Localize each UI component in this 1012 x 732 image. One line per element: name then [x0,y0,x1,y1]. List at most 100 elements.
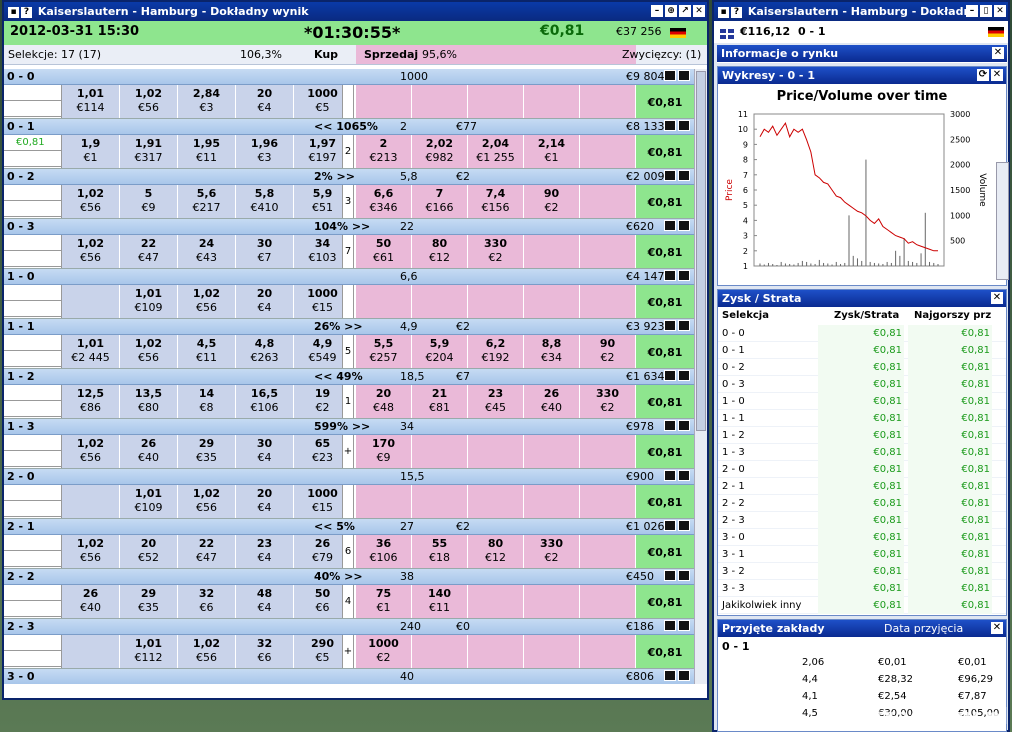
ladder-icon[interactable] [678,670,690,681]
back-price-cell[interactable]: 5 €9 [120,185,178,218]
lay-price-cell[interactable] [524,85,580,118]
back-price-cell[interactable]: 29 €35 [120,585,178,618]
market-row-header[interactable]: 3 - 0 40 €806 [4,669,694,684]
market-row-header[interactable]: 2 - 0 15,5 €900 [4,469,694,485]
lay-price-cell[interactable] [580,185,636,218]
chart-icon[interactable] [664,670,676,681]
stake-box[interactable] [4,235,62,268]
lay-price-cell[interactable] [580,435,636,468]
minimize-icon[interactable]: – [966,5,978,17]
back-price-cell[interactable]: 1,01 €109 [120,285,178,318]
ladder-icon[interactable] [678,420,690,431]
back-price-cell[interactable]: 1,02 €56 [62,535,120,568]
back-price-cell[interactable]: 14 €8 [178,385,236,418]
back-price-cell[interactable] [62,285,120,318]
back-price-cell[interactable]: 1,96 €3 [236,135,294,168]
ladder-icon[interactable] [678,270,690,281]
lay-price-cell[interactable] [580,535,636,568]
market-row-header[interactable]: 0 - 3 104% >> 22 €620 [4,219,694,235]
lay-price-cell[interactable] [412,435,468,468]
back-price-cell[interactable]: 12,5 €86 [62,385,120,418]
ladder-icon[interactable] [678,120,690,131]
chart-icon[interactable] [664,370,676,381]
minimize-icon[interactable]: – [651,5,663,17]
lay-price-cell[interactable]: 2 €213 [356,135,412,168]
lay-price-cell[interactable] [524,285,580,318]
ladder-icon[interactable] [678,620,690,631]
lay-price-cell[interactable]: 2,14 €1 [524,135,580,168]
lay-price-cell[interactable] [468,285,524,318]
chart-icon[interactable] [664,120,676,131]
back-price-cell[interactable]: 1,91 €317 [120,135,178,168]
lay-price-cell[interactable] [412,85,468,118]
lay-price-cell[interactable] [356,285,412,318]
stake-box[interactable] [4,585,62,618]
back-price-cell[interactable]: 32 €6 [178,585,236,618]
market-row-header[interactable]: 0 - 1 << 1065% 2 €77 €8 133 [4,119,694,135]
lay-price-cell[interactable] [468,435,524,468]
back-price-cell[interactable]: 16,5 €106 [236,385,294,418]
back-price-cell[interactable]: 2,84 €3 [178,85,236,118]
back-price-cell[interactable]: 1,02 €56 [120,335,178,368]
back-price-cell[interactable]: 32 €6 [236,635,294,668]
lay-price-cell[interactable] [412,635,468,668]
back-price-cell[interactable]: 1,01 €112 [120,635,178,668]
lay-price-cell[interactable]: 20 €48 [356,385,412,418]
lay-price-cell[interactable] [524,435,580,468]
pin-icon[interactable]: ▪ [8,7,19,18]
chart-icon[interactable] [664,420,676,431]
back-price-cell[interactable]: 1,02 €56 [120,85,178,118]
stake-input[interactable] [4,451,61,467]
zysk-panel-header[interactable]: Zysk / Strata ✕ [718,290,1006,307]
back-price-cell[interactable] [62,485,120,518]
back-price-cell[interactable]: 20 €4 [236,85,294,118]
lay-price-cell[interactable]: 90 €2 [580,335,636,368]
lay-price-cell[interactable] [412,485,468,518]
lay-price-cell[interactable]: 1000 €2 [356,635,412,668]
lay-price-cell[interactable]: 170 €9 [356,435,412,468]
lay-price-cell[interactable]: 75 €1 [356,585,412,618]
back-price-cell[interactable]: 5,6 €217 [178,185,236,218]
lay-price-cell[interactable]: 330 €2 [468,235,524,268]
lay-price-cell[interactable]: 5,5 €257 [356,335,412,368]
lay-price-cell[interactable] [580,235,636,268]
ladder-icon[interactable] [678,170,690,181]
lay-price-cell[interactable]: 80 €12 [412,235,468,268]
scrollbar-thumb[interactable] [696,71,706,431]
lay-price-cell[interactable]: 7,4 €156 [468,185,524,218]
pin-window-icon[interactable]: ⊕ [665,5,677,17]
chart-icon[interactable] [664,270,676,281]
close-icon[interactable]: ✕ [992,47,1004,59]
info-panel-header[interactable]: Informacje o rynku ✕ [717,45,1007,62]
market-row-header[interactable]: 1 - 1 26% >> 4,9 €2 €3 923 [4,319,694,335]
back-price-cell[interactable]: 1,01 €109 [120,485,178,518]
refresh-icon[interactable]: ⟳ [977,69,989,81]
stake-input[interactable] [4,151,61,167]
help-icon[interactable]: ? [21,7,32,18]
stake-input[interactable] [4,651,61,667]
back-price-cell[interactable]: 30 €4 [236,435,294,468]
ladder-icon[interactable] [678,220,690,231]
lay-price-cell[interactable] [524,585,580,618]
lay-price-cell[interactable]: 140 €11 [412,585,468,618]
back-price-cell[interactable]: 1,01 €114 [62,85,120,118]
stake-box[interactable] [4,185,62,218]
back-price-cell[interactable]: 29 €35 [178,435,236,468]
charts-panel-header[interactable]: Wykresy - 0 - 1 ⟳ ✕ [718,67,1006,84]
chart-icon[interactable] [664,570,676,581]
lay-price-cell[interactable]: 23 €45 [468,385,524,418]
market-row-header[interactable]: 1 - 3 599% >> 34 €978 [4,419,694,435]
stake-input[interactable] [4,351,61,367]
stake-input[interactable] [4,601,61,617]
lay-price-cell[interactable] [468,635,524,668]
lay-price-cell[interactable] [468,585,524,618]
close-icon[interactable]: ✕ [693,5,705,17]
back-price-cell[interactable]: 4,5 €11 [178,335,236,368]
market-row-header[interactable]: 0 - 2 2% >> 5,8 €2 €2 009 [4,169,694,185]
close-icon[interactable]: ✕ [991,622,1003,634]
stake-input[interactable] [4,551,61,567]
lay-price-cell[interactable]: 2,04 €1 255 [468,135,524,168]
stake-box[interactable] [4,285,62,318]
help-icon[interactable]: ? [731,7,742,18]
back-price-cell[interactable]: 23 €4 [236,535,294,568]
